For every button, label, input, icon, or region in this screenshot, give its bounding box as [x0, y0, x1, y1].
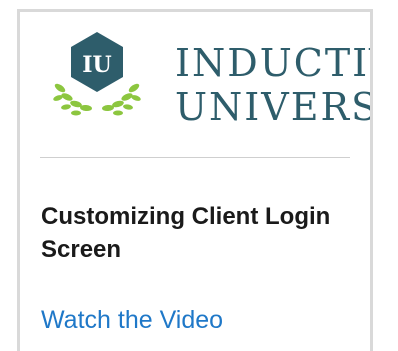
iu-badge-icon: IU — [53, 32, 141, 116]
lesson-title: Customizing Client Login Screen — [41, 203, 331, 263]
panel-border-left — [17, 9, 20, 351]
logo-wordmark-line1: INDUCTIVE — [175, 44, 370, 82]
divider — [40, 157, 350, 158]
watch-video-link[interactable]: Watch the Video — [41, 306, 223, 335]
badge-text: IU — [82, 52, 111, 78]
panel-border-right — [370, 9, 373, 351]
panel-border-top — [17, 9, 373, 12]
logo-wordmark-line2: UNIVERSITY — [175, 88, 370, 126]
